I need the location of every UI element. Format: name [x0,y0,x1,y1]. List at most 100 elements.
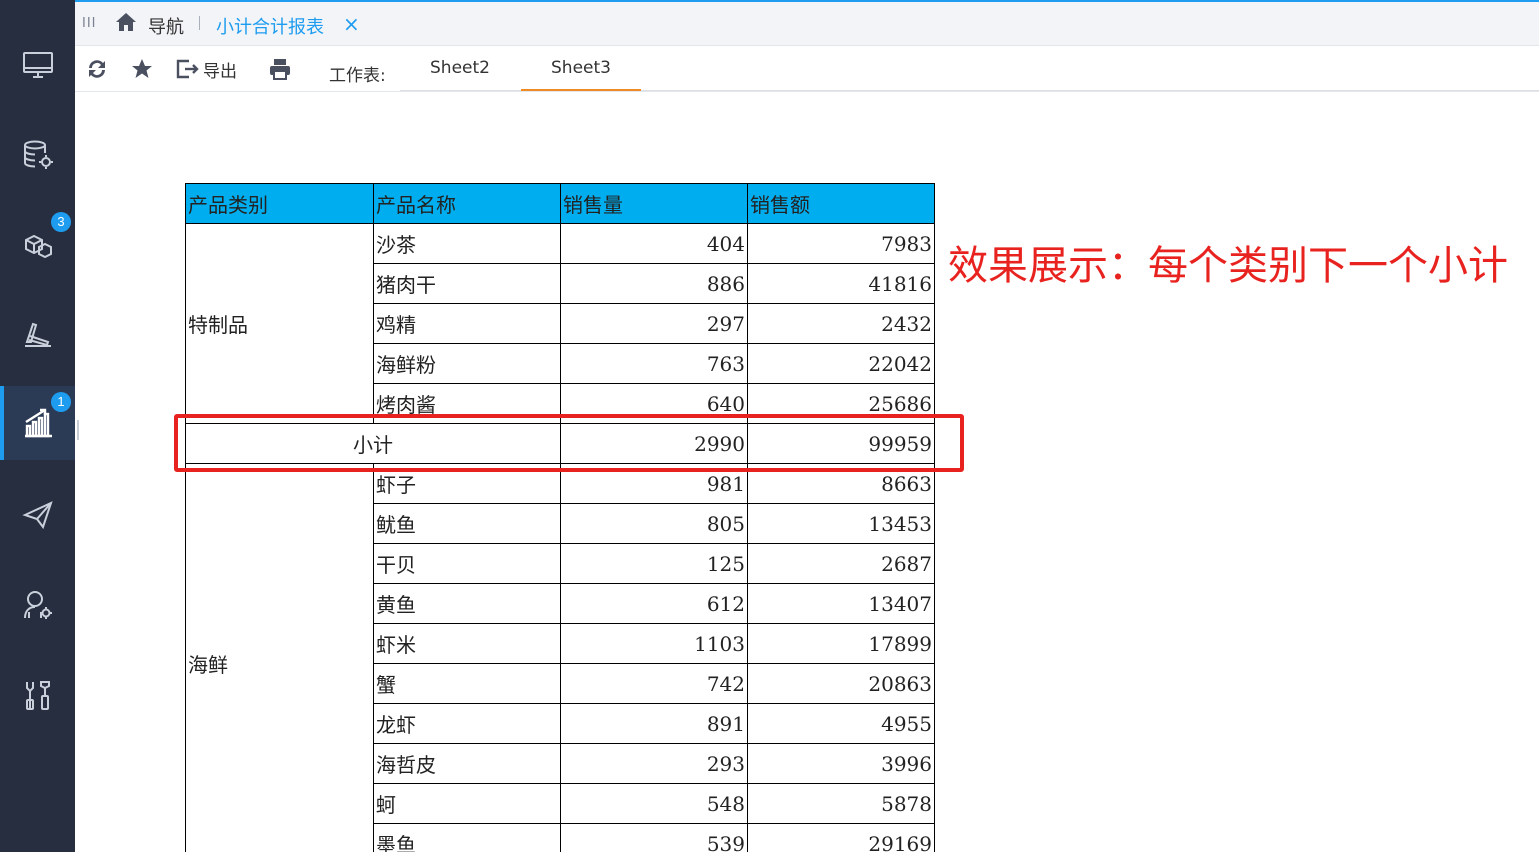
sidebar-item-dashboard[interactable] [0,28,75,102]
product-name-cell: 墨鱼 [373,823,561,852]
product-name-cell: 鱿鱼 [373,503,561,544]
amount-cell: 22042 [747,343,935,384]
subtotal-row: 小计 2990 99959 [185,423,935,464]
sidebar: 3 1 [0,0,75,852]
product-name-cell: 烤肉酱 [373,383,561,424]
table-row: 特制品 沙茶 404 7983 [185,223,935,424]
product-name-cell: 黄鱼 [373,583,561,624]
refresh-icon [89,60,105,78]
product-name-cell: 虾子 [373,463,561,504]
paper-plane-icon [21,501,53,530]
export-icon [176,59,199,79]
report-table-container: 产品类别 产品名称 销售量 销售额 特制品 沙茶 404 7983 猪肉干 88… [185,183,935,852]
quantity-cell: 297 [560,303,748,344]
product-name-cell: 蟹 [373,663,561,704]
amount-cell: 13453 [747,503,935,544]
quantity-cell: 612 [560,583,748,624]
sidebar-item-publish[interactable] [0,478,75,552]
star-icon [132,59,152,78]
column-header: 销售量 [560,183,748,224]
quantity-cell: 891 [560,703,748,744]
tab-nav[interactable]: 导航 [148,13,184,39]
product-name-cell: 龙虾 [373,703,561,744]
column-header: 销售额 [747,183,935,224]
subtotal-label-cell: 小计 [185,423,561,464]
quantity-cell: 539 [560,823,748,852]
report-table: 产品类别 产品名称 销售量 销售额 特制品 沙茶 404 7983 猪肉干 88… [185,183,935,852]
column-header: 产品类别 [185,183,374,224]
amount-cell: 2432 [747,303,935,344]
tools-icon [25,681,50,710]
quantity-cell: 886 [560,263,748,304]
quantity-cell: 293 [560,743,748,784]
quantity-cell: 640 [560,383,748,424]
product-name-cell: 蚵 [373,783,561,824]
amount-cell: 7983 [747,223,935,264]
app-window: 3 1 III 导航 小计合计报表 × 导出 工作表: Sheet2 Sheet… [0,0,1539,852]
quantity-cell: 404 [560,223,748,264]
tab-bar: III 导航 小计合计报表 × [75,0,1539,46]
amount-cell: 17899 [747,623,935,664]
sheet-label: 工作表: [329,66,386,86]
favorite-button[interactable] [130,56,154,82]
amount-cell: 29169 [747,823,935,852]
tab-sheet2[interactable]: Sheet2 [400,58,520,91]
sidebar-item-reports[interactable]: 1 [0,386,75,460]
sidebar-item-settings[interactable] [0,658,75,732]
monitor-icon [22,52,53,78]
amount-cell: 41816 [747,263,935,304]
table-row: 海鲜 虾子 981 8663 [185,463,935,852]
sheet-tabs: Sheet2 Sheet3 [400,46,1539,91]
quantity-cell: 805 [560,503,748,544]
sidebar-item-design[interactable] [0,298,75,372]
quantity-cell: 763 [560,343,748,384]
product-name-cell: 虾米 [373,623,561,664]
category-cell: 特制品 [185,223,374,424]
export-button[interactable]: 导出 [175,56,237,82]
quantity-cell: 548 [560,783,748,824]
amount-cell: 8663 [747,463,935,504]
product-name-cell: 沙茶 [373,223,561,264]
sidebar-item-users[interactable] [0,568,75,642]
quantity-cell: 125 [560,543,748,584]
table-header-row: 产品类别 产品名称 销售量 销售额 [185,183,935,224]
tab-sheet3[interactable]: Sheet3 [521,58,641,91]
print-button[interactable] [268,56,292,82]
export-label: 导出 [203,61,237,82]
refresh-button[interactable] [85,56,109,82]
quantity-cell: 981 [560,463,748,504]
product-name-cell: 猪肉干 [373,263,561,304]
amount-cell: 2687 [747,543,935,584]
quantity-cell: 1103 [560,623,748,664]
toolbar: 导出 工作表: Sheet2 Sheet3 [75,46,1539,92]
amount-cell: 20863 [747,663,935,704]
menu-collapse-button[interactable]: III [82,16,97,31]
bar-chart-icon [24,408,52,438]
category-cell: 海鲜 [185,463,374,852]
amount-cell: 4955 [747,703,935,744]
subtotal-amount-cell: 99959 [747,423,935,464]
user-gear-icon [23,591,52,619]
tab-separator [199,16,200,30]
amount-cell: 3996 [747,743,935,784]
close-icon[interactable]: × [343,12,360,36]
annotation-text: 效果展示：每个类别下一个小计 [948,243,1508,289]
amount-cell: 13407 [747,583,935,624]
printer-icon [270,59,290,80]
sidebar-resize-handle[interactable] [77,420,79,440]
product-name-cell: 鸡精 [373,303,561,344]
amount-cell: 5878 [747,783,935,824]
quantity-cell: 742 [560,663,748,704]
cubes-icon [24,234,52,259]
amount-cell: 25686 [747,383,935,424]
database-gear-icon [23,140,53,169]
home-icon[interactable] [115,12,137,32]
product-name-cell: 海鲜粉 [373,343,561,384]
notification-badge: 1 [51,392,71,412]
sidebar-item-models[interactable]: 3 [0,208,75,282]
notification-badge: 3 [51,212,71,232]
pen-ruler-icon [24,322,51,347]
sidebar-item-data[interactable] [0,118,75,192]
column-header: 产品名称 [373,183,561,224]
tab-subtotal-report[interactable]: 小计合计报表 [216,13,324,39]
